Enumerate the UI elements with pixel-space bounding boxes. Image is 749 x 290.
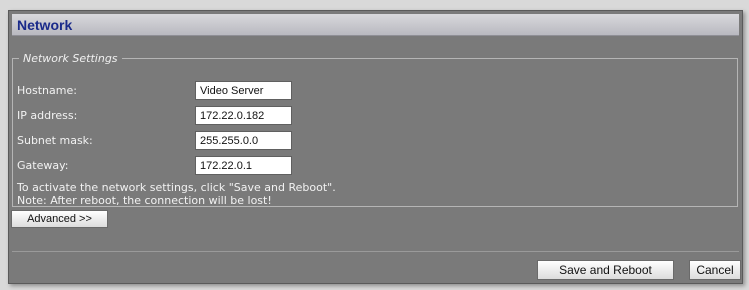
hostname-label: Hostname:: [17, 84, 77, 97]
network-panel: Network Network Settings Hostname: IP ad…: [8, 10, 743, 284]
title-bar: Network: [12, 14, 739, 36]
reboot-note-line-1: To activate the network settings, click …: [17, 181, 336, 194]
reboot-note: To activate the network settings, click …: [17, 181, 336, 207]
subnet-mask-input[interactable]: [195, 131, 292, 150]
subnet-mask-label: Subnet mask:: [17, 134, 93, 147]
reboot-note-line-2: Note: After reboot, the connection will …: [17, 194, 272, 207]
footer-divider: [12, 251, 739, 252]
cancel-button[interactable]: Cancel: [689, 260, 741, 280]
gateway-input[interactable]: [195, 156, 292, 175]
gateway-label: Gateway:: [17, 159, 69, 172]
page-title: Network: [17, 17, 73, 33]
save-and-reboot-button[interactable]: Save and Reboot: [537, 260, 674, 280]
hostname-input[interactable]: [195, 81, 292, 100]
network-settings-legend: Network Settings: [23, 52, 118, 65]
network-settings-group: Network Settings Hostname: IP address: S…: [12, 52, 738, 207]
ip-address-input[interactable]: [195, 106, 292, 125]
ip-address-label: IP address:: [17, 109, 78, 122]
advanced-button[interactable]: Advanced >>: [11, 210, 108, 228]
